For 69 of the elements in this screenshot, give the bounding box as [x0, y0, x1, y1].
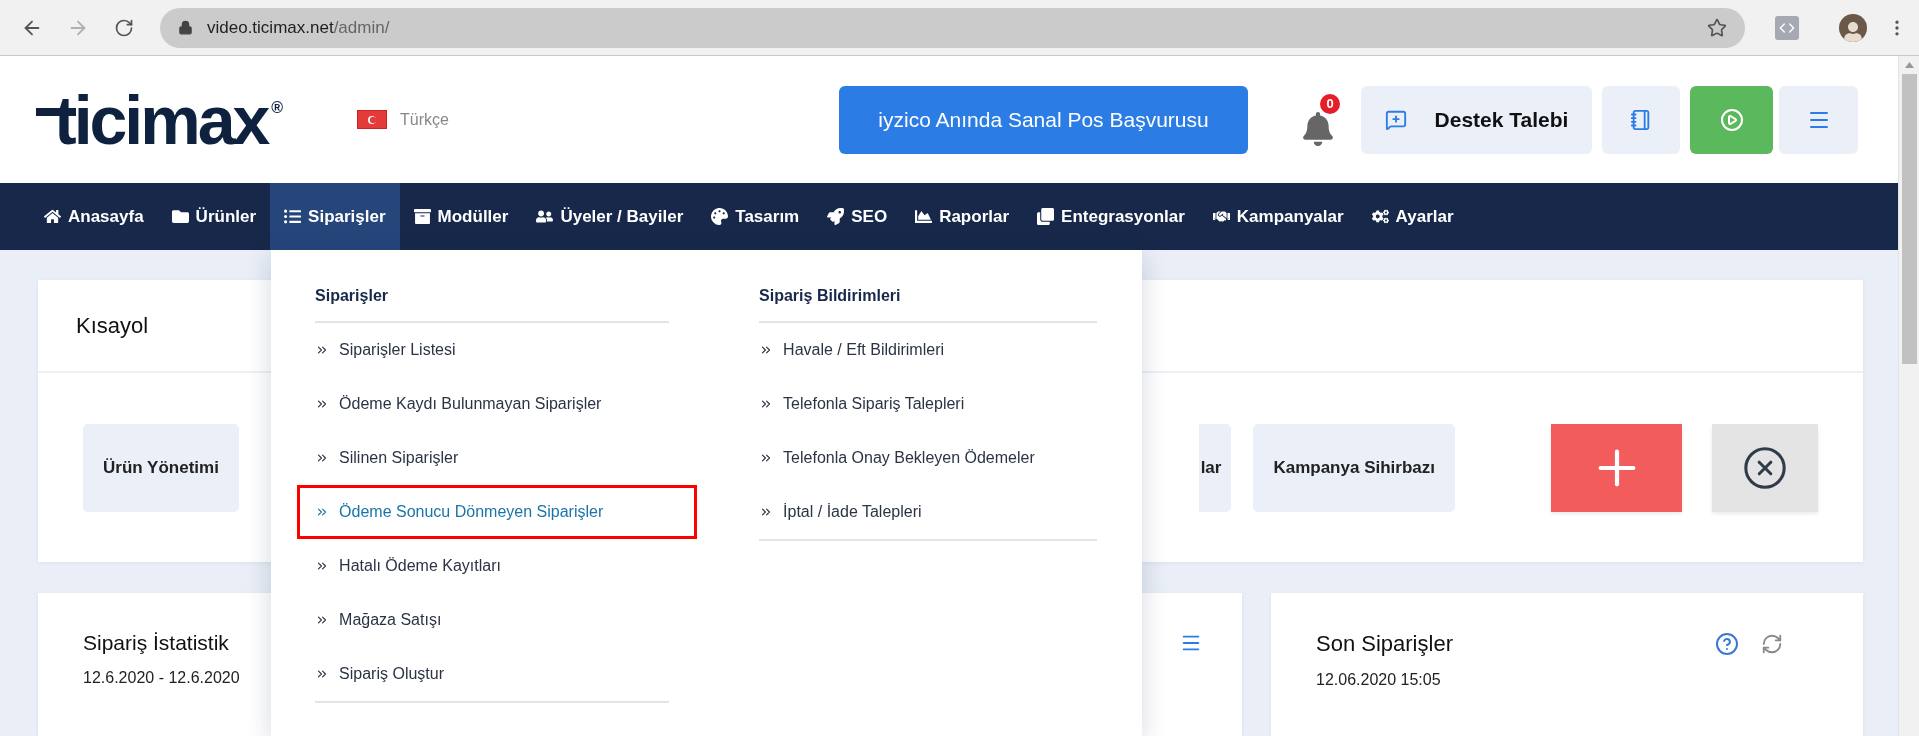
flag-icon[interactable] — [357, 110, 387, 129]
menu-link[interactable]: Telefonla Onay Bekleyen Ödemeler — [759, 431, 1098, 485]
close-button[interactable] — [1712, 423, 1818, 512]
menu-link[interactable]: Siparişler Listesi — [315, 323, 670, 377]
menu-heading: Sipariş Bildirimleri — [759, 287, 1098, 323]
menu-link[interactable]: Ödeme Sonucu Dönmeyen Siparişler — [297, 485, 698, 539]
avatar[interactable] — [1839, 13, 1867, 42]
notebook-button[interactable] — [1602, 85, 1680, 154]
shortcut-button[interactable]: lar — [1198, 423, 1232, 512]
close-icon — [1742, 444, 1788, 491]
help-icon[interactable] — [1715, 632, 1739, 656]
windows-icon — [1037, 208, 1055, 225]
menu-link[interactable]: İptal / İade Talepleri — [759, 485, 1098, 539]
promo-button[interactable]: iyzico Anında Sanal Pos Başvurusu — [839, 85, 1248, 154]
reload-icon — [114, 17, 134, 38]
menu-link[interactable]: Hatalı Ödeme Kayıtları — [315, 539, 670, 593]
nav-item[interactable]: SEO — [813, 183, 902, 250]
menu-heading: Siparişler — [315, 287, 670, 323]
nav-item[interactable]: Üyeler / Bayiler — [522, 183, 698, 250]
nav-item[interactable]: Modüller — [399, 183, 523, 250]
handshake-icon — [1212, 208, 1230, 225]
add-button[interactable] — [1551, 423, 1682, 512]
scrollbar-thumb[interactable] — [1901, 74, 1917, 364]
menu-link[interactable]: Ödeme Kaydı Bulunmayan Siparişler — [315, 377, 670, 431]
nav-item[interactable]: Kampanyalar — [1198, 183, 1358, 250]
lock-icon — [178, 20, 193, 35]
menu-link[interactable]: Sipariş Oluştur — [315, 647, 670, 701]
menu-link[interactable]: Havale / Eft Bildirimleri — [759, 323, 1098, 377]
nav-item[interactable]: Anasayfa — [30, 183, 158, 250]
menu-link[interactable]: Silinen Siparişler — [315, 431, 670, 485]
logo[interactable]: ticimax® — [36, 85, 308, 154]
home-icon — [44, 208, 61, 225]
rocket-icon — [827, 208, 845, 225]
nav-item[interactable]: Raporlar — [901, 183, 1024, 250]
url-text: video.ticimax.net/admin/ — [207, 17, 390, 38]
scroll-up-icon[interactable] — [1904, 62, 1914, 68]
support-button[interactable]: Destek Talebi — [1361, 85, 1592, 154]
nav-item[interactable]: Ayarlar — [1357, 183, 1468, 250]
card-title: Kısayol — [76, 312, 149, 339]
menu-link[interactable]: Mağaza Satışı — [315, 593, 670, 647]
folder-icon — [171, 208, 189, 225]
refresh-icon[interactable] — [1761, 633, 1783, 655]
notebook-icon — [1630, 108, 1652, 131]
users-icon — [536, 208, 554, 225]
scrollbar[interactable] — [1898, 56, 1919, 736]
nav-item[interactable]: Ürünler — [157, 183, 271, 250]
nav-item[interactable]: Tasarım — [697, 183, 814, 250]
notification-badge: 0 — [1320, 93, 1340, 114]
shortcut-button[interactable]: Kampanya Sihirbazı — [1253, 423, 1455, 512]
nav-item[interactable]: Entegrasyonlar — [1023, 183, 1199, 250]
star-icon[interactable] — [1707, 17, 1727, 38]
play-button[interactable] — [1690, 85, 1773, 154]
archive-icon — [413, 208, 431, 225]
language-label[interactable]: Türkçe — [400, 110, 449, 129]
code-icon[interactable] — [1775, 15, 1799, 40]
menu-link[interactable]: Telefonla Sipariş Talepleri — [759, 377, 1098, 431]
card-title: Son Siparişler — [1316, 631, 1453, 657]
date-range: 12.6.2020 - 12.6.2020 — [83, 669, 240, 687]
gears-icon — [1371, 208, 1389, 225]
shortcut-button[interactable]: Ürün Yönetimi — [83, 423, 239, 512]
list-icon — [284, 208, 302, 225]
card-title: Sipariş İstatistik — [83, 631, 229, 655]
area-chart-icon — [915, 208, 933, 225]
message-plus-icon — [1384, 108, 1407, 131]
play-icon — [1719, 107, 1744, 132]
address-bar[interactable]: video.ticimax.net/admin/ — [160, 7, 1745, 48]
nav-item[interactable]: Siparişler — [270, 183, 400, 250]
date-time: 12.06.2020 15:05 — [1316, 671, 1441, 689]
palette-icon — [711, 208, 729, 225]
